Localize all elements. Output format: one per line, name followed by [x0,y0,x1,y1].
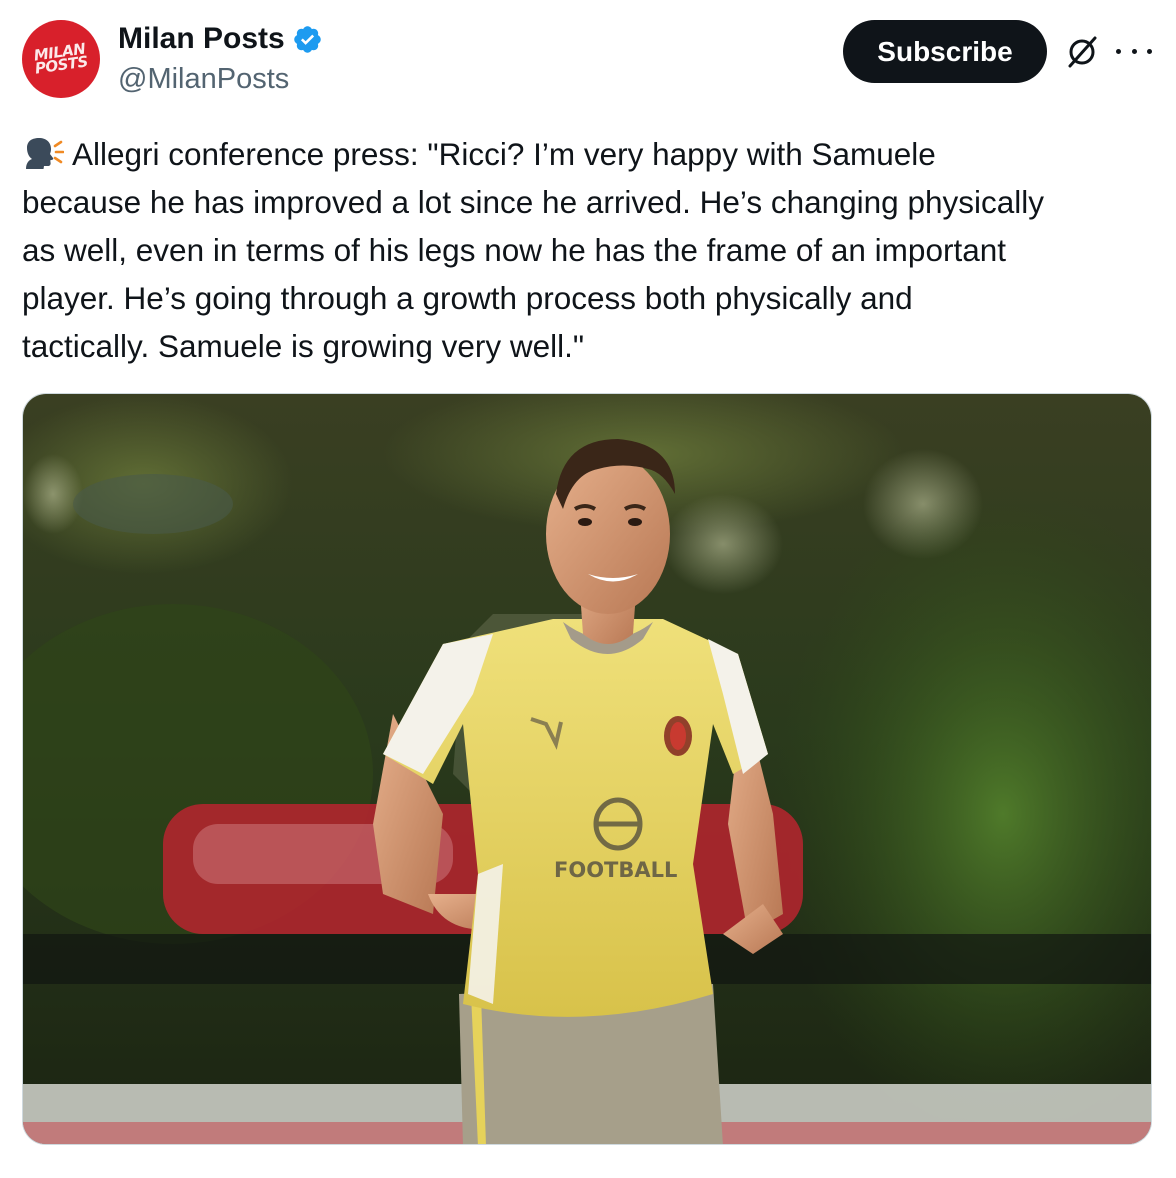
speaking-head-icon [26,138,64,169]
grok-icon[interactable] [1064,34,1100,70]
tweet-line: as well, even in terms of his legs now h… [22,232,1006,268]
avatar[interactable]: MILAN POSTS [22,20,100,98]
tweet-line: player. He’s going through a growth proc… [22,280,913,316]
avatar-logo: MILAN POSTS [33,39,90,78]
shirt-sponsor-text: FOOTBALL [554,858,677,882]
verified-badge-icon [293,25,321,53]
tweet-photo[interactable]: FOOTBALL [22,393,1152,1145]
handle[interactable]: @MilanPosts [118,63,289,96]
tweet-line: tactically. Samuele is growing very well… [22,328,585,364]
subscribe-button[interactable]: Subscribe [843,20,1047,83]
photo-illustration: FOOTBALL [23,394,1151,1144]
display-name[interactable]: Milan Posts [118,22,285,56]
tweet-text: Allegri conference press: "Ricci? I’m ve… [22,130,1162,370]
more-icon[interactable] [1116,36,1152,66]
tweet-line-text: Allegri conference press: "Ricci? I’m ve… [72,136,936,172]
tweet-line: Allegri conference press: "Ricci? I’m ve… [22,130,1162,178]
tweet-line: because he has improved a lot since he a… [22,184,1044,220]
author-name-row: Milan Posts [118,22,323,56]
